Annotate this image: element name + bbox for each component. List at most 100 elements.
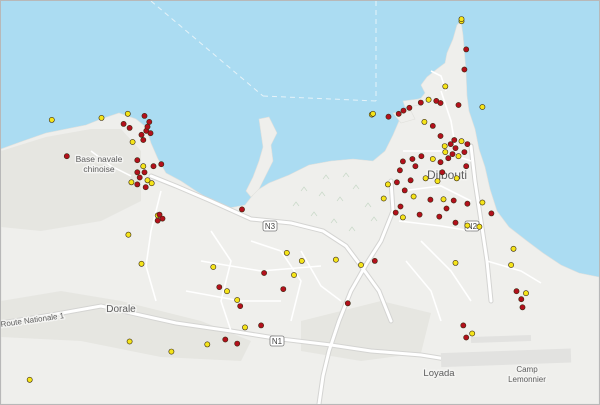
map-point[interactable] [447,141,454,147]
map-point[interactable] [385,113,392,120]
map-point[interactable] [134,169,141,176]
map-point[interactable] [392,209,399,216]
map-point[interactable] [147,130,154,137]
map-point[interactable] [461,66,468,73]
map-point[interactable] [422,175,429,182]
map-point[interactable] [370,110,376,117]
map-point[interactable] [124,110,131,117]
map-point[interactable] [463,334,470,341]
map-point[interactable] [141,169,148,176]
map-point[interactable] [283,249,290,256]
map-point[interactable] [371,257,378,264]
map-point[interactable] [463,163,470,170]
map-point[interactable] [216,284,223,290]
map-point[interactable] [461,149,468,155]
map-point[interactable] [98,115,105,121]
map-point[interactable] [452,145,459,151]
map-point[interactable] [138,260,145,267]
map-point[interactable] [134,157,141,164]
map-point[interactable] [409,156,416,162]
map-point[interactable] [429,156,436,162]
map-point[interactable] [412,163,419,170]
map-point[interactable] [434,178,441,184]
map-view[interactable]: N3 N2 N1 Base navale chinoise Djibouti D… [0,0,600,405]
map-point[interactable] [469,330,476,337]
map-point[interactable] [399,214,406,221]
map-point[interactable] [458,16,465,22]
map-point[interactable] [140,163,147,170]
map-point[interactable] [395,110,402,117]
map-point[interactable] [397,203,404,210]
map-point[interactable] [455,153,462,160]
map-point[interactable] [258,322,264,329]
map-point[interactable] [358,262,364,268]
map-point[interactable] [237,303,244,309]
map-point[interactable] [425,96,432,103]
map-point[interactable] [442,149,449,155]
map-point[interactable] [400,107,407,114]
map-point[interactable] [455,102,462,108]
map-point[interactable] [449,151,456,157]
map-point[interactable] [427,196,434,203]
map-point[interactable] [332,256,339,263]
map-point[interactable] [344,300,351,307]
map-point[interactable] [239,206,245,213]
map-point[interactable] [129,139,136,145]
map-point[interactable] [154,217,161,224]
map-point[interactable] [126,338,133,345]
map-point[interactable] [204,341,211,348]
map-point[interactable] [445,155,452,162]
map-point[interactable] [234,340,241,347]
map-point[interactable] [463,46,470,53]
map-point[interactable] [291,272,297,278]
map-point[interactable] [458,138,465,145]
map-point[interactable] [443,205,450,212]
map-point[interactable] [63,153,70,160]
map-point[interactable] [429,123,436,129]
map-point[interactable] [396,167,403,174]
map-point[interactable] [508,262,514,268]
map-point[interactable] [128,179,135,186]
map-point[interactable] [513,288,520,295]
map-point[interactable] [298,257,305,264]
map-point[interactable] [407,177,414,184]
map-point[interactable] [437,100,444,106]
map-point[interactable] [479,104,486,110]
map-point[interactable] [156,211,163,218]
map-point[interactable] [141,113,148,119]
map-point[interactable] [464,141,471,147]
map-point[interactable] [452,259,459,266]
map-point[interactable] [518,296,525,303]
map-point[interactable] [436,213,443,220]
map-point[interactable] [134,181,141,188]
map-point[interactable] [441,143,448,149]
map-point[interactable] [450,197,457,204]
map-point[interactable] [142,184,149,191]
map-point[interactable] [380,195,387,202]
map-point[interactable] [48,117,55,123]
map-point[interactable] [26,376,33,383]
map-point[interactable] [523,290,529,297]
map-point[interactable] [479,199,486,206]
map-point[interactable] [460,322,467,329]
map-point[interactable] [439,169,446,176]
map-point[interactable] [234,297,241,303]
map-point[interactable] [126,125,133,131]
map-point[interactable] [453,175,460,182]
map-point[interactable] [138,131,145,138]
map-point[interactable] [261,270,267,276]
map-point[interactable] [442,83,449,90]
map-point[interactable] [280,286,287,292]
map-point[interactable] [242,324,248,331]
map-point[interactable] [168,348,175,355]
map-point[interactable] [437,159,444,166]
map-point[interactable] [476,223,483,230]
map-point[interactable] [417,99,424,106]
map-point[interactable] [384,181,391,188]
map-point[interactable] [421,119,428,125]
map-point[interactable] [452,219,459,226]
map-point[interactable] [464,222,471,229]
map-point[interactable] [148,180,155,187]
map-point[interactable] [401,187,408,194]
map-point[interactable] [399,158,406,165]
